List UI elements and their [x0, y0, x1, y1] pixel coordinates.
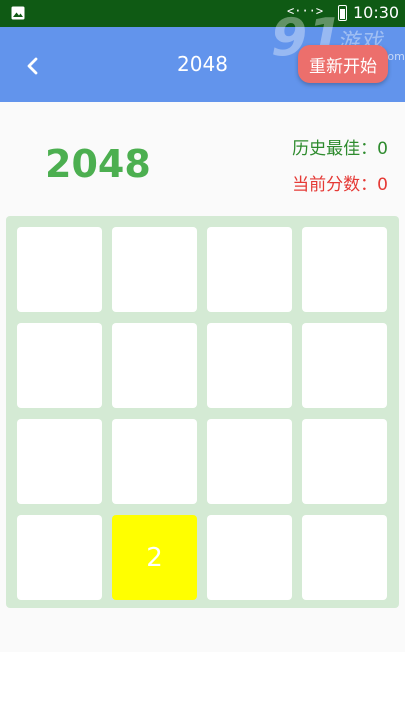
- board-tile: [207, 323, 292, 408]
- board-tile: [17, 515, 102, 600]
- signal-icon: <···>: [287, 4, 324, 18]
- board-tile: 2: [112, 515, 197, 600]
- best-score-value: 0: [377, 139, 388, 159]
- board-tile: [207, 419, 292, 504]
- board-tile: [112, 227, 197, 312]
- board-tile: [302, 227, 387, 312]
- battery-icon: [338, 5, 347, 21]
- board-tile: [302, 323, 387, 408]
- current-score-label: 当前分数：: [292, 175, 378, 195]
- status-time: 10:30: [353, 3, 400, 22]
- board-tile: [17, 227, 102, 312]
- status-bar: <···> 10:30: [0, 0, 405, 27]
- board-tile: [112, 419, 197, 504]
- game-logo: 2048: [45, 142, 151, 186]
- board-tile: [207, 515, 292, 600]
- best-score-label: 历史最佳：: [292, 139, 378, 159]
- gallery-notification-icon: [11, 6, 25, 20]
- restart-button[interactable]: 重新开始: [298, 45, 388, 83]
- best-score: 历史最佳：0: [292, 134, 388, 159]
- board-tile: [207, 227, 292, 312]
- board-tile: [302, 419, 387, 504]
- board-tile: [112, 323, 197, 408]
- board-tile: [17, 323, 102, 408]
- board-tile: [17, 419, 102, 504]
- game-content: 2048 历史最佳：0 当前分数：0 2: [0, 102, 405, 652]
- current-score-value: 0: [377, 175, 388, 195]
- current-score: 当前分数：0: [292, 170, 388, 195]
- board-tile: [302, 515, 387, 600]
- game-board[interactable]: 2: [6, 216, 399, 608]
